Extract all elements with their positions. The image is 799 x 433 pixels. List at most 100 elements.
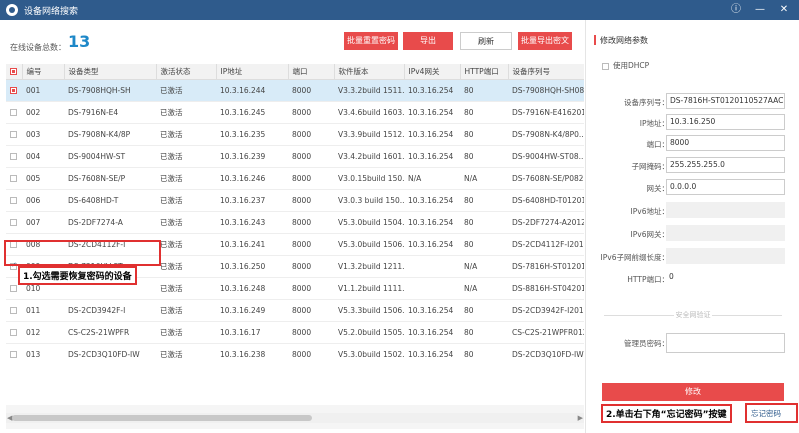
table-cell <box>404 255 460 278</box>
row-select-cell[interactable] <box>6 299 22 322</box>
table-cell: DS-2CD4112F-I2014... <box>508 233 584 256</box>
table-cell: 已激活 <box>156 321 216 344</box>
row-select-cell[interactable] <box>6 211 22 234</box>
scroll-right-icon[interactable]: ▶ <box>578 413 583 423</box>
select-all-checkbox[interactable] <box>10 68 17 76</box>
table-cell: 已激活 <box>156 101 216 124</box>
security-divider-label: 安全网验证 <box>675 311 711 319</box>
network-params-panel: 修改网络参数 使用DHCP 设备序列号： DS-7816H-ST012011052… <box>585 20 799 433</box>
dhcp-checkbox[interactable] <box>602 62 609 70</box>
table-cell: 10.3.16.235 <box>216 123 288 146</box>
row-select-cell[interactable] <box>6 145 22 168</box>
batch-export-cipher-button[interactable]: 批量导出密文 <box>518 32 572 50</box>
table-cell: 006 <box>22 189 64 212</box>
field-label: IPv6网关： <box>630 230 669 239</box>
table-cell: 10.3.16.254 <box>404 321 460 344</box>
table-cell: N/A <box>460 255 508 278</box>
refresh-button[interactable]: 刷新 <box>460 32 512 50</box>
table-cell: 8000 <box>288 321 334 344</box>
annotation-highlight-forget <box>745 403 798 423</box>
table-cell: 8000 <box>288 145 334 168</box>
row-checkbox[interactable] <box>10 219 17 226</box>
row-checkbox[interactable] <box>10 197 17 204</box>
table-cell: 10.3.16.238 <box>216 343 288 364</box>
table-row[interactable]: 013 DS-2CD3Q10FD-IW 已激活 10.3.16.238 8000 V5.3… <box>6 343 584 364</box>
row-checkbox[interactable] <box>10 87 17 94</box>
table-cell: 8000 <box>288 101 334 124</box>
table-row[interactable]: 012 CS-C2S-21WPFR 已激活 10.3.16.17 8000 V5.2.0b… <box>6 321 584 344</box>
horizontal-scrollbar[interactable]: ◀ ▶ <box>6 413 584 423</box>
info-icon[interactable]: ⓘ <box>728 2 744 18</box>
collapse-panel-icon[interactable]: › <box>580 172 584 182</box>
table-row[interactable]: 002 DS-7916N-E4 已激活 10.3.16.245 8000 V3.4.6bu… <box>6 101 584 124</box>
header-ipv4-gateway[interactable]: IPv4网关 <box>403 64 460 80</box>
table-cell: 10.3.16.241 <box>216 233 288 256</box>
field-label: 设备序列号： <box>624 98 669 107</box>
table-row[interactable]: 003 DS-7908N-K4/8P 已激活 10.3.16.235 8000 V3.3.… <box>6 123 584 146</box>
table-row[interactable]: 007 DS-2DF7274-A 已激活 10.3.16.243 8000 V5.3.0b… <box>6 211 584 234</box>
row-checkbox[interactable] <box>10 285 17 292</box>
field-input[interactable]: DS-7816H-ST0120110527AACH40 <box>666 93 785 109</box>
header-port[interactable]: 端口 <box>287 64 334 80</box>
select-all-header[interactable] <box>6 64 22 80</box>
row-select-cell[interactable] <box>6 101 22 124</box>
table-cell: DS-7908N-K4/8P <box>64 123 156 146</box>
field-input[interactable]: 8000 <box>666 135 785 151</box>
row-checkbox[interactable] <box>10 109 17 116</box>
header-device-type[interactable]: 设备类型 <box>63 64 156 80</box>
row-select-cell[interactable] <box>6 321 22 344</box>
table-cell: V3.3.9build 1512... <box>334 123 404 146</box>
field-input <box>666 225 785 241</box>
table-cell: 80 <box>460 233 508 256</box>
header-software-version[interactable]: 软件版本 <box>333 64 404 80</box>
table-cell: 10.3.16.254 <box>404 189 460 212</box>
field-input[interactable]: 10.3.16.250 <box>666 114 785 130</box>
row-checkbox[interactable] <box>10 153 17 160</box>
table-row[interactable]: 001 DS-7908HQH-SH 已激活 10.3.16.244 8000 V3.3.2… <box>6 79 584 102</box>
table-row[interactable]: 005 DS-7608N-SE/P 已激活 10.3.16.246 8000 V3.0.1… <box>6 167 584 190</box>
security-divider: 安全网验证 <box>586 310 799 320</box>
row-select-cell[interactable] <box>6 343 22 364</box>
batch-reset-password-button[interactable]: 批量重置密码 <box>344 32 398 50</box>
table-cell: 012 <box>22 321 64 344</box>
table-cell: 已激活 <box>156 189 216 212</box>
row-select-cell[interactable] <box>6 189 22 212</box>
table-cell: 10.3.16.250 <box>216 255 288 278</box>
table-row[interactable]: 006 DS-6408HD-T 已激活 10.3.16.237 8000 V3.0.3 b… <box>6 189 584 212</box>
header-no[interactable]: 编号 <box>21 64 64 80</box>
row-select-cell[interactable] <box>6 123 22 146</box>
close-button[interactable]: ✕ <box>776 2 792 18</box>
export-button[interactable]: 导出 <box>403 32 453 50</box>
device-list-area: 在线设备总数： 13 批量重置密码 导出 刷新 批量导出密文 编号 设备类型 激… <box>0 20 585 433</box>
minimize-button[interactable]: — <box>752 2 768 18</box>
row-select-cell[interactable] <box>6 79 22 102</box>
header-ip[interactable]: IP地址 <box>215 64 288 80</box>
header-http-port[interactable]: HTTP端口 <box>459 64 508 80</box>
dhcp-option[interactable]: 使用DHCP <box>602 60 649 71</box>
table-row[interactable]: 004 DS-9004HW-ST 已激活 10.3.16.239 8000 V3.4.2b… <box>6 145 584 168</box>
row-select-cell[interactable] <box>6 167 22 190</box>
annotation-highlight-row <box>4 240 161 266</box>
field-input[interactable]: 0.0.0.0 <box>666 179 785 195</box>
row-checkbox[interactable] <box>10 351 17 358</box>
device-table: 编号 设备类型 激活状态 IP地址 端口 软件版本 IPv4网关 HTTP端口 … <box>6 64 584 364</box>
table-row[interactable]: 011 DS-2CD3942F-I 已激活 10.3.16.249 8000 V5.3.3… <box>6 299 584 322</box>
field-label: IPv6子网前缀长度： <box>600 253 669 262</box>
header-status[interactable]: 激活状态 <box>155 64 216 80</box>
table-cell: V5.3.0build 1506... <box>334 233 404 256</box>
table-cell: DS-2CD3942F-I2015... <box>508 299 584 322</box>
header-serial-number[interactable]: 设备序列号 <box>507 64 584 80</box>
row-checkbox[interactable] <box>10 131 17 138</box>
row-checkbox[interactable] <box>10 329 17 336</box>
table-cell: 已激活 <box>156 167 216 190</box>
table-cell: 8000 <box>288 211 334 234</box>
scrollbar-thumb[interactable] <box>12 415 312 421</box>
row-checkbox[interactable] <box>10 175 17 182</box>
admin-password-input[interactable] <box>666 333 785 353</box>
table-cell: 已激活 <box>156 343 216 364</box>
modify-button[interactable]: 修改 <box>602 383 784 401</box>
table-cell: 8000 <box>288 189 334 212</box>
row-checkbox[interactable] <box>10 307 17 314</box>
app-logo-icon <box>6 4 18 16</box>
field-input[interactable]: 255.255.255.0 <box>666 157 785 173</box>
